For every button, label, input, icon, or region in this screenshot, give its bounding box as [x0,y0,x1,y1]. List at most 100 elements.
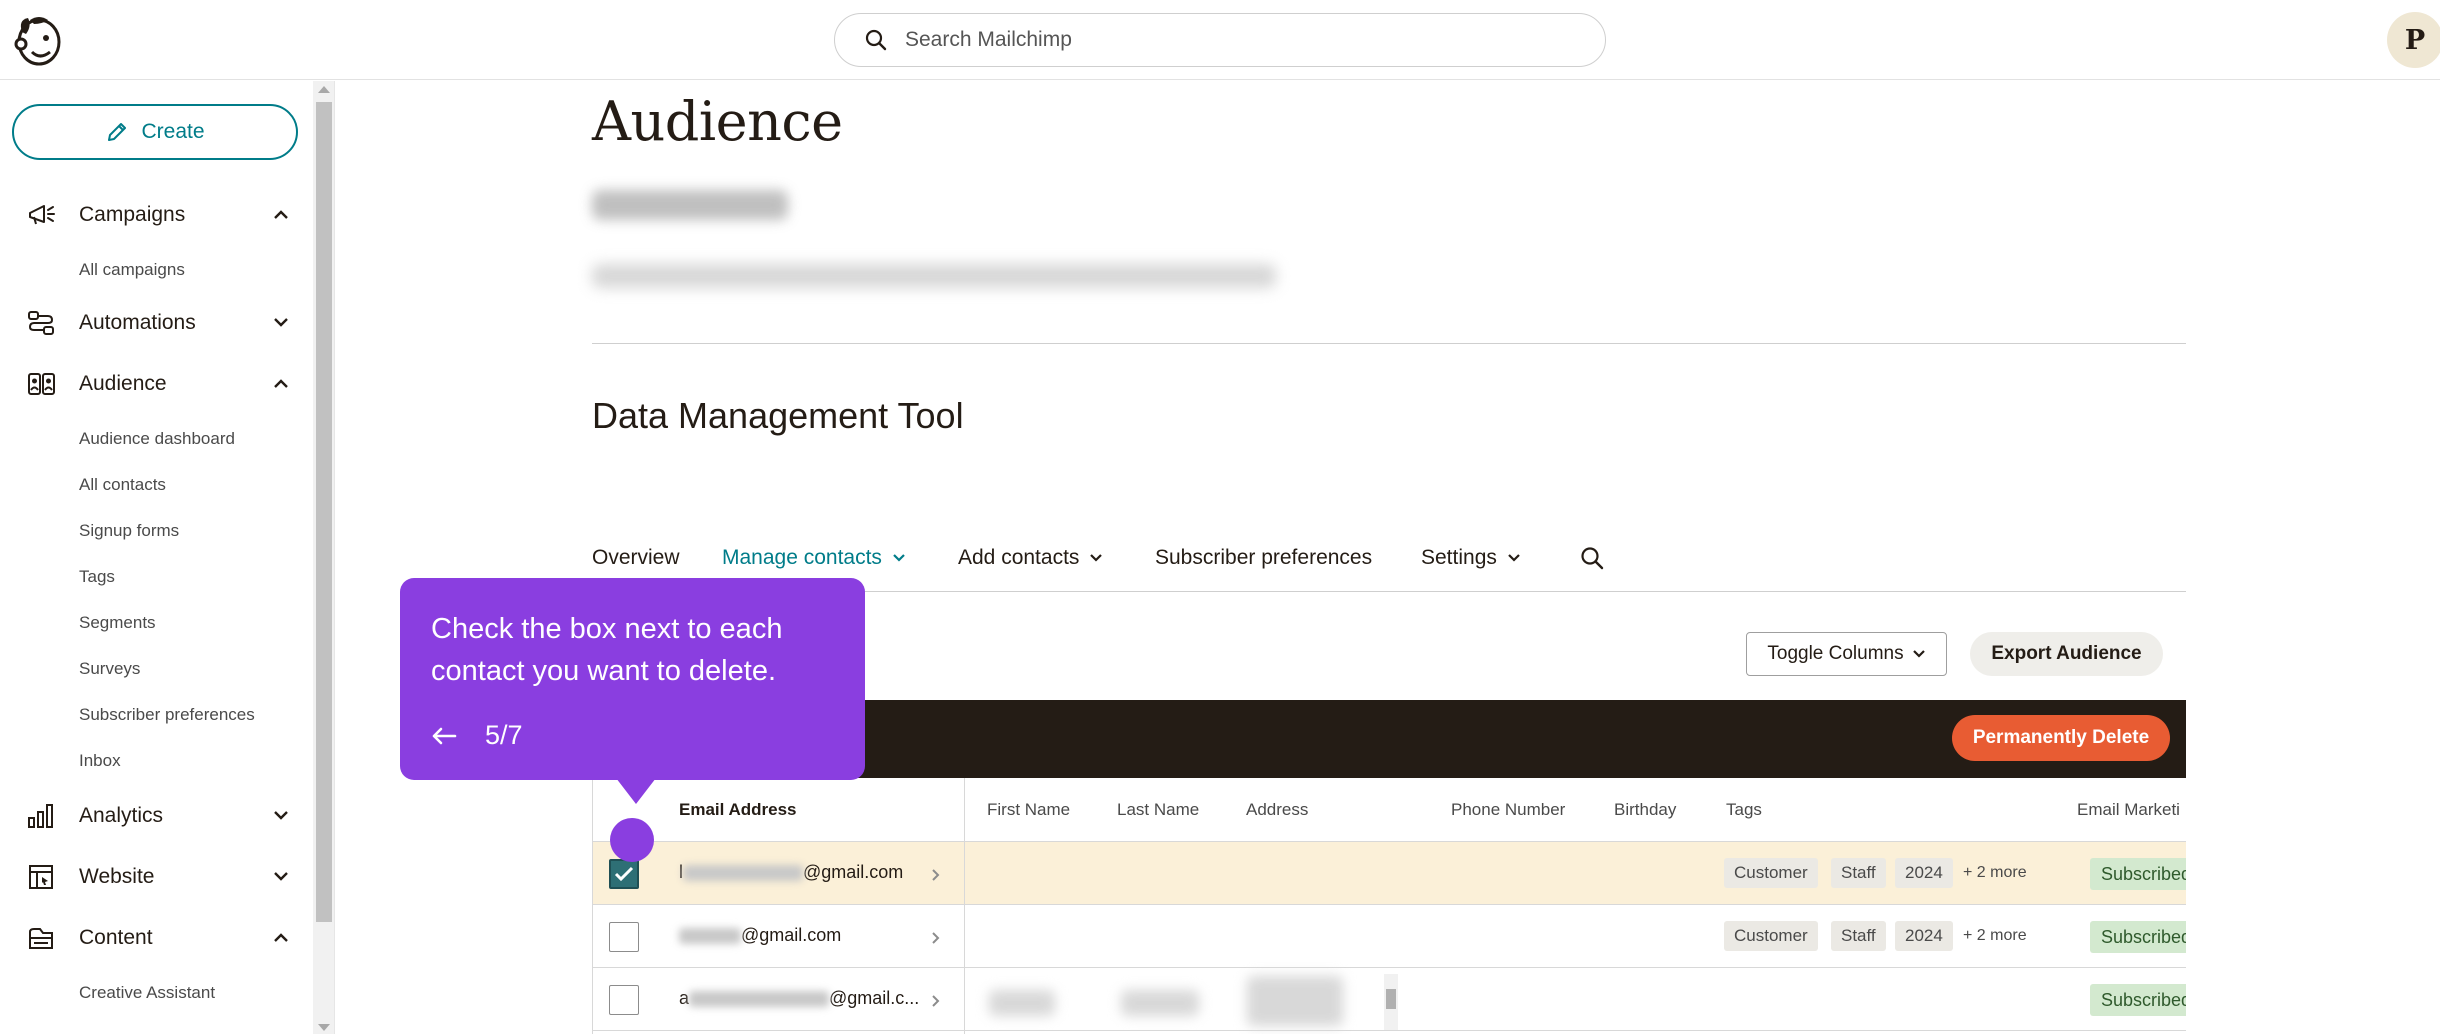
email-cell[interactable]: a @gmail.c... [679,988,919,1009]
content-icon [29,928,53,949]
sidebar-item-subscriber-preferences[interactable]: Subscriber preferences [79,705,255,725]
export-audience-button[interactable]: Export Audience [1970,632,2163,676]
redacted-address [1247,976,1343,1026]
tab-search[interactable] [1570,546,1604,570]
sidebar-item-campaigns[interactable]: Campaigns [0,195,316,235]
email-cell[interactable]: @gmail.com [679,925,841,946]
chevron-down-icon[interactable] [272,808,290,822]
tab-add-contacts[interactable]: Add contacts [958,546,1103,570]
email-domain: @gmail.c... [829,988,920,1008]
table-header: Email Address First Name Last Name Addre… [593,778,2186,842]
section-divider [592,343,2186,344]
chevron-right-icon[interactable] [931,994,941,1008]
mailchimp-logo-icon[interactable] [12,12,66,68]
toggle-columns-label: Toggle Columns [1767,643,1904,664]
search-icon [865,29,887,51]
email-prefix: a [679,988,690,1008]
search-input[interactable] [905,28,1505,52]
chevron-right-icon[interactable] [931,868,941,882]
sidebar-item-segments[interactable]: Segments [79,613,156,633]
tooltip-text: Check the box next to each contact you w… [431,613,783,687]
sidebar-label-content: Content [79,926,153,949]
sidebar-item-automations[interactable]: Automations [0,303,316,343]
column-divider [964,778,965,1034]
checkmark-icon [614,866,634,882]
address-scrollbar-thumb[interactable] [1386,989,1396,1009]
tab-label: Add contacts [958,546,1080,569]
sidebar-item-audience[interactable]: Audience [0,364,316,404]
column-header-last-name[interactable]: Last Name [1117,800,1199,820]
audience-icon [28,373,55,395]
create-button-label: Create [141,120,205,143]
sidebar-item-inbox[interactable]: Inbox [79,751,121,771]
chevron-up-icon[interactable] [272,207,290,221]
sidebar-item-audience-dashboard[interactable]: Audience dashboard [79,429,235,449]
sidebar-item-analytics[interactable]: Analytics [0,796,316,836]
tab-label: Overview [592,546,680,569]
column-header-first-name[interactable]: First Name [987,800,1070,820]
chevron-down-icon [1912,650,1925,658]
avatar[interactable]: P [2387,12,2440,68]
more-tags-link[interactable]: + 2 more [1963,864,2027,882]
table-row[interactable]: l @gmail.com Customer Staff 2024 + 2 more… [593,842,2186,905]
tooltip-step-counter: 5/7 [485,720,523,750]
redacted-last-name [1121,990,1199,1016]
row-checkbox[interactable] [609,922,639,952]
permanently-delete-button[interactable]: Permanently Delete [1952,715,2170,761]
page-title: Audience [592,90,843,153]
row-checkbox[interactable] [609,859,639,889]
tab-overview[interactable]: Overview [592,546,680,570]
row-checkbox[interactable] [609,985,639,1015]
chevron-down-icon [1090,554,1103,562]
sidebar-item-creative-assistant[interactable]: Creative Assistant [79,983,215,1003]
more-tags-link[interactable]: + 2 more [1963,927,2027,945]
tag-badge: Customer [1724,858,1818,888]
sidebar-item-signup-forms[interactable]: Signup forms [79,521,179,541]
sidebar-item-content[interactable]: Content [0,918,316,958]
scroll-up-arrow-icon[interactable] [318,86,330,93]
search-bar[interactable] [834,13,1606,67]
column-header-phone[interactable]: Phone Number [1451,800,1565,820]
tag-badge: 2024 [1895,921,1953,951]
column-header-address[interactable]: Address [1246,800,1308,820]
email-cell[interactable]: l @gmail.com [679,862,903,883]
top-bar: P [0,0,2440,80]
sidebar-item-tags[interactable]: Tags [79,567,115,587]
status-badge: Subscribed [2090,984,2186,1016]
tab-settings[interactable]: Settings [1421,546,1521,570]
email-domain: @gmail.com [803,862,904,882]
redacted-email-user [683,865,803,882]
address-scrollbar[interactable] [1384,974,1398,1030]
redacted-first-name [989,990,1055,1016]
tab-manage-contacts[interactable]: Manage contacts [722,546,906,570]
column-header-birthday[interactable]: Birthday [1614,800,1676,820]
sidebar-scrollbar-thumb[interactable] [316,102,332,922]
sidebar-item-all-contacts[interactable]: All contacts [79,475,166,495]
tag-badge: Customer [1724,921,1818,951]
column-header-tags[interactable]: Tags [1726,800,1762,820]
arrow-left-icon[interactable] [431,726,457,746]
guide-hotspot[interactable] [610,818,654,862]
sidebar-item-all-campaigns[interactable]: All campaigns [79,260,185,280]
redacted-email-user [679,928,741,945]
chevron-down-icon[interactable] [272,315,290,329]
search-icon [1581,547,1604,570]
chevron-up-icon[interactable] [272,376,290,390]
table-row[interactable]: a @gmail.c... Subscribed [593,968,2186,1031]
chevron-up-icon[interactable] [272,930,290,944]
chevron-down-icon[interactable] [272,869,290,883]
column-header-email[interactable]: Email Address [679,800,796,820]
toggle-columns-button[interactable]: Toggle Columns [1746,632,1947,676]
sidebar-item-surveys[interactable]: Surveys [79,659,140,679]
chevron-right-icon[interactable] [931,931,941,945]
tooltip-navigation: 5/7 [431,720,523,751]
contacts-table: Email Address First Name Last Name Addre… [592,778,2186,1034]
create-button[interactable]: Create [12,104,298,160]
status-badge: Subscribed [2090,921,2186,953]
column-header-email-marketing[interactable]: Email Marketi [2077,800,2180,820]
sidebar-item-website[interactable]: Website [0,857,316,897]
redacted-audience-summary [592,264,1276,288]
tab-subscriber-preferences[interactable]: Subscriber preferences [1155,546,1372,570]
scroll-down-arrow-icon[interactable] [318,1024,330,1031]
table-row[interactable]: @gmail.com Customer Staff 2024 + 2 more … [593,905,2186,968]
